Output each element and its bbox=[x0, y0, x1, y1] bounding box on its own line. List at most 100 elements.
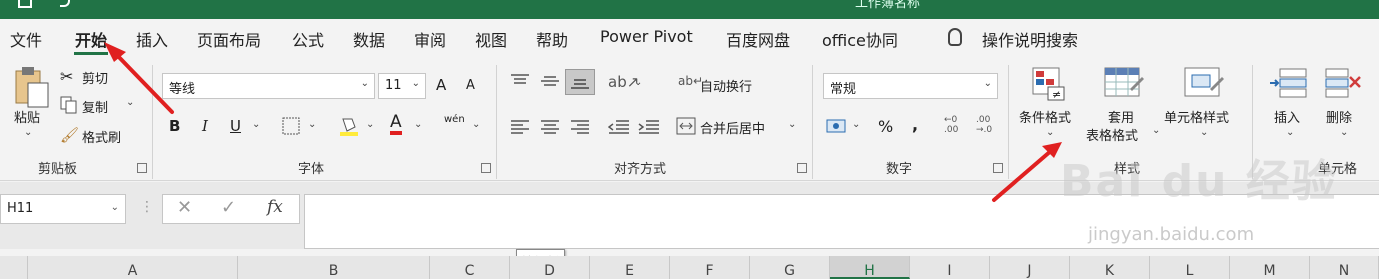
format-as-table-dropdown-icon[interactable]: ⌄ bbox=[1152, 125, 1160, 136]
cell-styles-dropdown-icon[interactable]: ⌄ bbox=[1200, 127, 1208, 138]
column-header[interactable]: D bbox=[510, 256, 590, 279]
percent-button[interactable]: % bbox=[878, 117, 893, 136]
enter-icon[interactable]: ✓ bbox=[221, 197, 236, 218]
column-header[interactable]: J bbox=[990, 256, 1070, 279]
insert-cells-icon[interactable] bbox=[1268, 67, 1308, 101]
conditional-dropdown-icon[interactable]: ⌄ bbox=[1046, 127, 1054, 138]
align-left-icon[interactable] bbox=[510, 119, 530, 135]
align-bottom-button[interactable] bbox=[565, 69, 595, 95]
format-as-table-label-1[interactable]: 套用 bbox=[1108, 107, 1134, 126]
name-box[interactable]: H11 ⌄ bbox=[0, 194, 126, 224]
format-painter-icon[interactable]: 🖌 bbox=[60, 126, 79, 144]
format-as-table-icon[interactable] bbox=[1104, 67, 1144, 101]
paste-icon[interactable] bbox=[14, 65, 50, 109]
column-header[interactable]: M bbox=[1230, 256, 1310, 279]
borders-icon[interactable] bbox=[282, 117, 300, 135]
column-header[interactable]: G bbox=[750, 256, 830, 279]
column-header[interactable]: I bbox=[910, 256, 990, 279]
align-middle-icon[interactable] bbox=[540, 73, 560, 89]
tab-formulas[interactable]: 公式 bbox=[292, 27, 324, 51]
delete-cells-icon[interactable] bbox=[1324, 67, 1364, 101]
tab-insert[interactable]: 插入 bbox=[136, 27, 168, 51]
font-color-dropdown-icon[interactable]: ⌄ bbox=[414, 119, 422, 130]
phonetic-icon[interactable]: wén bbox=[444, 114, 465, 125]
format-painter-button[interactable]: 格式刷 bbox=[82, 127, 121, 146]
column-header[interactable]: B bbox=[238, 256, 430, 279]
column-header[interactable]: K bbox=[1070, 256, 1150, 279]
decrease-indent-icon[interactable] bbox=[608, 119, 630, 135]
borders-dropdown-icon[interactable]: ⌄ bbox=[308, 119, 316, 130]
tab-home[interactable]: 开始 bbox=[75, 27, 107, 51]
merge-center-icon[interactable] bbox=[676, 117, 696, 135]
cell-styles-icon[interactable] bbox=[1184, 67, 1224, 101]
alignment-launcher-icon[interactable] bbox=[797, 163, 807, 173]
column-header-selected[interactable]: H bbox=[830, 256, 910, 279]
underline-button[interactable]: U bbox=[230, 117, 241, 135]
align-center-icon[interactable] bbox=[540, 119, 560, 135]
column-header[interactable]: E bbox=[590, 256, 670, 279]
accounting-format-icon[interactable] bbox=[826, 117, 848, 135]
cancel-icon[interactable]: ✕ bbox=[177, 197, 192, 218]
bold-button[interactable]: B bbox=[169, 117, 180, 135]
underline-dropdown-icon[interactable]: ⌄ bbox=[252, 119, 260, 130]
increase-decimal-icon[interactable]: ←0.00 bbox=[944, 115, 958, 135]
copy-button[interactable]: 复制 bbox=[82, 97, 108, 116]
accounting-dropdown-icon[interactable]: ⌄ bbox=[852, 119, 860, 130]
tab-power-pivot[interactable]: Power Pivot bbox=[600, 27, 693, 46]
conditional-formatting-button[interactable]: 条件格式 bbox=[1019, 107, 1071, 126]
copy-icon[interactable] bbox=[60, 96, 78, 114]
cut-button[interactable]: 剪切 bbox=[82, 68, 108, 87]
column-header[interactable]: L bbox=[1150, 256, 1230, 279]
clipboard-launcher-icon[interactable] bbox=[137, 163, 147, 173]
number-format-select[interactable]: 常规 ⌄ bbox=[823, 73, 998, 99]
tab-office-collab[interactable]: office协同 bbox=[822, 27, 898, 51]
cell-styles-button[interactable]: 单元格样式 bbox=[1164, 107, 1229, 126]
select-all-corner[interactable] bbox=[0, 256, 28, 279]
align-right-icon[interactable] bbox=[570, 119, 590, 135]
tab-view[interactable]: 视图 bbox=[475, 27, 507, 51]
grow-font-icon[interactable]: A bbox=[436, 76, 446, 94]
font-launcher-icon[interactable] bbox=[481, 163, 491, 173]
delete-dropdown-icon[interactable]: ⌄ bbox=[1340, 127, 1348, 138]
tab-help[interactable]: 帮助 bbox=[536, 27, 568, 51]
column-header[interactable]: C bbox=[430, 256, 510, 279]
tab-page-layout[interactable]: 页面布局 bbox=[197, 27, 261, 51]
insert-cells-button[interactable]: 插入 bbox=[1274, 107, 1300, 126]
tell-me-search[interactable]: 操作说明搜索 bbox=[982, 27, 1078, 51]
comma-button[interactable]: , bbox=[912, 115, 918, 134]
fill-color-icon[interactable] bbox=[338, 115, 360, 137]
tab-review[interactable]: 审阅 bbox=[414, 27, 446, 51]
shrink-font-icon[interactable]: A bbox=[466, 78, 475, 93]
cut-icon[interactable]: ✂ bbox=[60, 67, 73, 86]
column-header[interactable]: F bbox=[670, 256, 750, 279]
more-handle-icon[interactable]: ⋮ bbox=[140, 199, 154, 215]
tab-data[interactable]: 数据 bbox=[353, 27, 385, 51]
increase-indent-icon[interactable] bbox=[638, 119, 660, 135]
merge-center-button[interactable]: 合并后居中 bbox=[700, 118, 765, 137]
paste-dropdown-icon[interactable]: ⌄ bbox=[24, 127, 32, 138]
delete-cells-button[interactable]: 删除 bbox=[1326, 107, 1352, 126]
fill-color-dropdown-icon[interactable]: ⌄ bbox=[366, 119, 374, 130]
phonetic-dropdown-icon[interactable]: ⌄ bbox=[472, 119, 480, 130]
insert-function-icon[interactable]: fx bbox=[267, 197, 283, 217]
font-name-select[interactable]: 等线 ⌄ bbox=[162, 73, 375, 99]
merge-dropdown-icon[interactable]: ⌄ bbox=[788, 119, 796, 130]
column-header[interactable]: A bbox=[28, 256, 238, 279]
align-top-icon[interactable] bbox=[510, 73, 530, 89]
copy-dropdown-icon[interactable]: ⌄ bbox=[126, 97, 134, 108]
tab-file[interactable]: 文件 bbox=[10, 27, 42, 51]
font-color-icon[interactable]: A bbox=[390, 113, 402, 135]
italic-button[interactable]: I bbox=[202, 117, 208, 135]
wrap-text-button[interactable]: 自动换行 bbox=[700, 76, 752, 95]
font-size-select[interactable]: 11 ⌄ bbox=[378, 73, 426, 99]
column-header[interactable]: N bbox=[1310, 256, 1379, 279]
conditional-formatting-icon[interactable]: ≠ bbox=[1032, 67, 1066, 101]
insert-dropdown-icon[interactable]: ⌄ bbox=[1286, 127, 1294, 138]
format-as-table-label-2[interactable]: 表格格式 bbox=[1086, 125, 1138, 144]
tab-baidu-netdisk[interactable]: 百度网盘 bbox=[726, 27, 790, 51]
undo-icon[interactable] bbox=[60, 0, 70, 7]
paste-label[interactable]: 粘贴 bbox=[14, 107, 40, 126]
orientation-dropdown-icon[interactable]: ⌄ bbox=[634, 77, 642, 88]
number-launcher-icon[interactable] bbox=[993, 163, 1003, 173]
save-icon[interactable] bbox=[18, 0, 32, 8]
